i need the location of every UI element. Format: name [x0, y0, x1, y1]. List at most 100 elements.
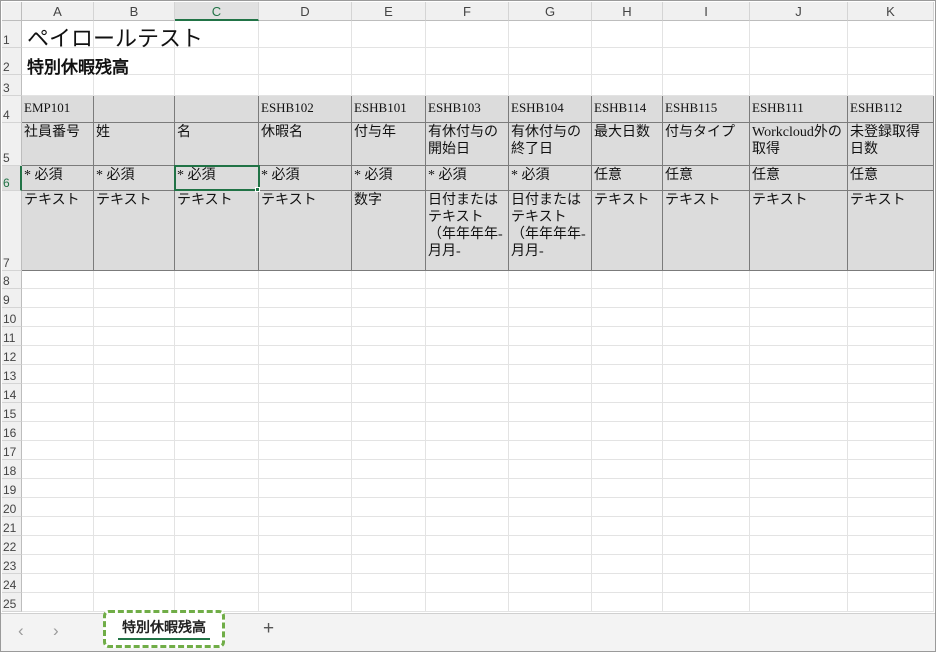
select-all-corner[interactable]: [2, 2, 22, 21]
cell-e5[interactable]: 付与年: [352, 123, 426, 166]
row-header-11[interactable]: 11: [2, 327, 22, 346]
cell-h5[interactable]: 最大日数: [592, 123, 663, 166]
cell-k6[interactable]: 任意: [848, 166, 934, 191]
cell-g6[interactable]: * 必須: [509, 166, 592, 191]
row-gridline: [22, 478, 934, 479]
cell-a4[interactable]: EMP101: [22, 96, 94, 123]
cell-f4[interactable]: ESHB103: [426, 96, 509, 123]
active-tab-underline: [118, 638, 210, 640]
cell-h7[interactable]: テキスト: [592, 191, 663, 271]
sheet-tab-active[interactable]: 特別休暇残高: [103, 610, 225, 648]
row-header-15[interactable]: 15: [2, 403, 22, 422]
cell-c5[interactable]: 名: [175, 123, 259, 166]
cell-k7[interactable]: テキスト: [848, 191, 934, 271]
cell-h6[interactable]: 任意: [592, 166, 663, 191]
cell-j6[interactable]: 任意: [750, 166, 848, 191]
cell-k4[interactable]: ESHB112: [848, 96, 934, 123]
cell-c4[interactable]: [175, 96, 259, 123]
active-cell-cursor: [174, 165, 260, 191]
cell-g4[interactable]: ESHB104: [509, 96, 592, 123]
cell-d7[interactable]: テキスト: [259, 191, 352, 271]
cell-h4[interactable]: ESHB114: [592, 96, 663, 123]
row-gridline: [22, 383, 934, 384]
cell-j7[interactable]: テキスト: [750, 191, 848, 271]
row-gridline: [22, 592, 934, 593]
row-header-6[interactable]: 6: [2, 166, 22, 191]
sheet-tab-bar: ‹ › 特別休暇残高 +: [1, 610, 935, 651]
column-header-d[interactable]: D: [259, 2, 352, 21]
cell-i5[interactable]: 付与タイプ: [663, 123, 750, 166]
cell-b6[interactable]: * 必須: [94, 166, 175, 191]
row-gridline: [22, 345, 934, 346]
column-header-h[interactable]: H: [592, 2, 663, 21]
cell-i4[interactable]: ESHB115: [663, 96, 750, 123]
row-gridline: [22, 288, 934, 289]
row-header-7[interactable]: 7: [2, 191, 22, 271]
row-header-18[interactable]: 18: [2, 460, 22, 479]
row-header-13[interactable]: 13: [2, 365, 22, 384]
column-header-b[interactable]: B: [94, 2, 175, 21]
cell-k5[interactable]: 未登録取得日数: [848, 123, 934, 166]
cell-c7[interactable]: テキスト: [175, 191, 259, 271]
cell-f5[interactable]: 有休付与の開始日: [426, 123, 509, 166]
chevron-left-icon[interactable]: ‹: [18, 621, 24, 641]
row-header-12[interactable]: 12: [2, 346, 22, 365]
cell-a6[interactable]: * 必須: [22, 166, 94, 191]
sheet-subtitle[interactable]: 特別休暇残高: [27, 53, 129, 78]
cell-j4[interactable]: ESHB111: [750, 96, 848, 123]
row-header-23[interactable]: 23: [2, 555, 22, 574]
cell-b5[interactable]: 姓: [94, 123, 175, 166]
cell-d4[interactable]: ESHB102: [259, 96, 352, 123]
cell-b4[interactable]: [94, 96, 175, 123]
row-header-14[interactable]: 14: [2, 384, 22, 403]
row-header-22[interactable]: 22: [2, 536, 22, 555]
row-header-25[interactable]: 25: [2, 593, 22, 612]
row-gridline: [22, 516, 934, 517]
cell-b7[interactable]: テキスト: [94, 191, 175, 271]
column-header-g[interactable]: G: [509, 2, 592, 21]
row-header-4[interactable]: 4: [2, 96, 22, 123]
cell-d5[interactable]: 休暇名: [259, 123, 352, 166]
cell-g5[interactable]: 有休付与の終了日: [509, 123, 592, 166]
worksheet-grid[interactable]: ABCDEFGHIJK 1 2 3 4 5 6 7 8 9 10 11 12 13 14 15 16 17 18 1…: [1, 1, 935, 613]
cell-g7[interactable]: 日付またはテキスト（年年年年-月月-: [509, 191, 592, 271]
cell-d6[interactable]: * 必須: [259, 166, 352, 191]
cell-e4[interactable]: ESHB101: [352, 96, 426, 123]
sheet-title[interactable]: ペイロールテスト: [27, 21, 203, 53]
column-header-c[interactable]: C: [175, 2, 259, 21]
row-header-20[interactable]: 20: [2, 498, 22, 517]
cell-f7[interactable]: 日付またはテキスト（年年年年-月月-: [426, 191, 509, 271]
cell-e7[interactable]: 数字: [352, 191, 426, 271]
cell-f6[interactable]: * 必須: [426, 166, 509, 191]
cell-a7[interactable]: テキスト: [22, 191, 94, 271]
fill-handle[interactable]: [255, 187, 260, 192]
row-header-8[interactable]: 8: [2, 271, 22, 289]
sheet-tab-label: 特別休暇残高: [122, 620, 206, 636]
row-header-24[interactable]: 24: [2, 574, 22, 593]
row-header-2[interactable]: 2: [2, 48, 22, 75]
row-gridline: [22, 307, 934, 308]
column-header-f[interactable]: F: [426, 2, 509, 21]
row-header-3[interactable]: 3: [2, 75, 22, 96]
row-header-21[interactable]: 21: [2, 517, 22, 536]
row-header-5[interactable]: 5: [2, 123, 22, 166]
row-header-16[interactable]: 16: [2, 422, 22, 441]
cell-e6[interactable]: * 必須: [352, 166, 426, 191]
row-header-1[interactable]: 1: [2, 21, 22, 48]
row-header-19[interactable]: 19: [2, 479, 22, 498]
row-header-9[interactable]: 9: [2, 289, 22, 308]
row-header-17[interactable]: 17: [2, 441, 22, 460]
column-header-i[interactable]: I: [663, 2, 750, 21]
plus-icon[interactable]: +: [263, 618, 274, 640]
row-header-10[interactable]: 10: [2, 308, 22, 327]
row-gridline: [22, 402, 934, 403]
column-header-k[interactable]: K: [848, 2, 934, 21]
cell-a5[interactable]: 社員番号: [22, 123, 94, 166]
column-header-e[interactable]: E: [352, 2, 426, 21]
cell-i7[interactable]: テキスト: [663, 191, 750, 271]
cell-i6[interactable]: 任意: [663, 166, 750, 191]
column-header-j[interactable]: J: [750, 2, 848, 21]
cell-j5[interactable]: Workcloud外の取得: [750, 123, 848, 166]
chevron-right-icon[interactable]: ›: [53, 621, 59, 641]
column-header-a[interactable]: A: [22, 2, 94, 21]
